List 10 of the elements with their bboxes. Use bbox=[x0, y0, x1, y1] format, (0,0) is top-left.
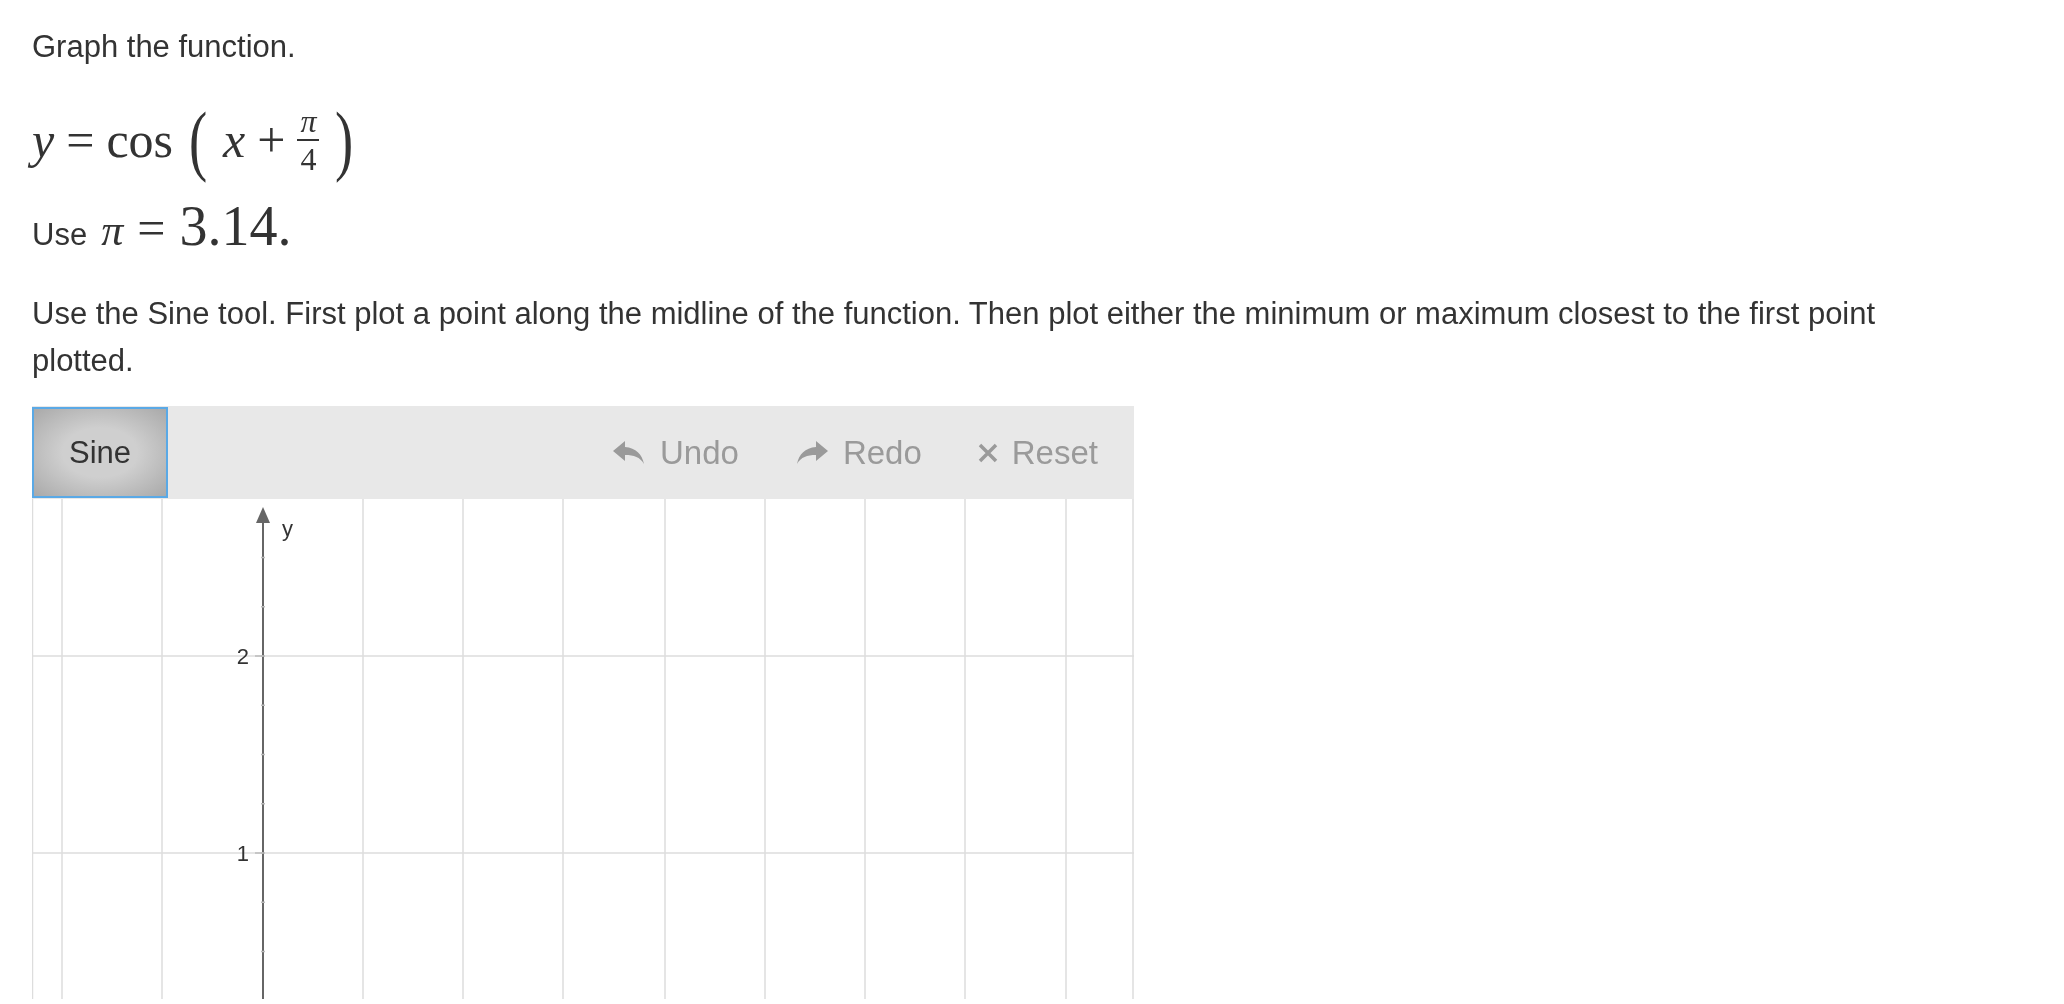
axis-label: y bbox=[282, 516, 293, 541]
tick-label: 2 bbox=[236, 644, 249, 669]
graph-area[interactable]: y 2 1 bbox=[32, 499, 1134, 999]
close-icon bbox=[977, 442, 998, 463]
redo-arrow-icon bbox=[794, 439, 829, 466]
tool-button[interactable]: Sine bbox=[32, 407, 168, 498]
pi-value-note: Use π = 3.14. bbox=[32, 194, 293, 254]
tick-label: 1 bbox=[236, 841, 249, 866]
prompt-text: Graph the function. bbox=[32, 28, 297, 66]
instructions-text: Use the Sine tool. First plot a point along the midline of the function. Then plot either the minimum or maximum closest to the first point plotted. bbox=[32, 295, 1877, 380]
